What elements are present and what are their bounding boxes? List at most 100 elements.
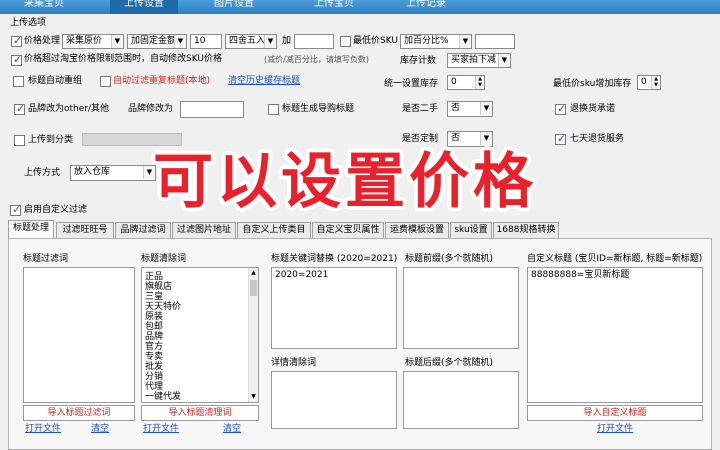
title-prefix-title: 标题前缀(多个就随机)	[405, 254, 494, 264]
clear-words-scrollbar[interactable]: ▲ ▼	[248, 268, 258, 402]
second-hand-label: 是否二手	[402, 104, 439, 114]
auto-filter-label: 自动过滤重复标题(本地)	[113, 76, 211, 86]
clear-link-1[interactable]: 清空	[91, 423, 109, 435]
clear-cache-link[interactable]: 清空历史缓存标题	[228, 75, 300, 87]
min-sku-stock-value: 0	[641, 77, 647, 87]
clear-link-2[interactable]: 清空	[223, 423, 241, 435]
tab-image-settings[interactable]: 图片设置	[200, 0, 268, 14]
title-gen-label: 标题生成导购标题	[282, 104, 355, 114]
section-title: 上传选项	[10, 18, 47, 28]
enable-filter-checkbox[interactable]	[10, 203, 21, 216]
scroll-thumb[interactable]	[250, 280, 257, 296]
import-custom-title-button[interactable]: 导入自定义标题	[527, 405, 703, 421]
tab-title-process[interactable]: 标题处理	[8, 220, 54, 238]
price-mode-value: 加固定金额	[131, 36, 177, 46]
scroll-up-icon[interactable]: ▲	[249, 268, 258, 278]
custom-title-textarea[interactable]: 88888888=宝贝新标题	[527, 267, 703, 403]
brand-other-checkbox[interactable]	[14, 102, 25, 115]
filter-words-title: 标题过滤词	[23, 254, 69, 264]
chevron-down-icon: ▼	[111, 35, 123, 48]
title-regroup-label: 标题自动重组	[28, 76, 83, 86]
stock-count-value: 买家拍下减	[451, 55, 497, 65]
price-process-checkbox[interactable]	[11, 34, 22, 47]
over-limit-label: 价格超过淘宝价格限制范围时，自动修改SKU价格	[24, 54, 222, 64]
clear-words-textarea[interactable]: 正品 旗舰店 三皇 天天特价 原装 包邮 品牌 官方 专卖 批发 分销 代理 一…	[141, 267, 259, 403]
price-mode-select[interactable]: 加固定金额 ▼	[127, 34, 187, 49]
open-file-link-5[interactable]: 打开文件	[597, 423, 633, 435]
import-clear-words-button[interactable]: 导入标题清理词	[141, 405, 259, 421]
price-value-input[interactable]: 10	[190, 34, 222, 49]
seven-day-label: 七天退货服务	[570, 134, 625, 144]
upload-category-label: 上传到分类	[28, 135, 74, 145]
list-item: 天天特价	[145, 302, 182, 312]
top-tab-bar: 采集宝贝 上传设置 图片设置 上传宝贝 上传记录	[0, 0, 720, 14]
price-process-label: 价格处理	[24, 36, 61, 46]
second-hand-value: 否	[451, 103, 461, 113]
min-sku-mode-value: 加百分比%	[404, 36, 449, 46]
list-item: 三皇	[145, 292, 164, 302]
min-sku-mode-select[interactable]: 加百分比% ▼	[400, 34, 472, 49]
add-value-input[interactable]	[294, 34, 334, 49]
stock-count-select[interactable]: 买家拍下减 ▼	[447, 53, 511, 68]
open-file-link-2[interactable]: 打开文件	[143, 423, 179, 435]
min-sku-stock-label: 最低价sku增加库存	[553, 79, 632, 89]
open-file-link-1[interactable]: 打开文件	[25, 423, 61, 435]
list-item: 一键代发	[145, 392, 182, 402]
brand-change-input[interactable]	[180, 101, 244, 118]
rounding-value: 四舍五入	[229, 36, 266, 46]
keyword-replace-value: 2020=2021	[275, 270, 329, 280]
chevron-down-icon: ▼	[459, 35, 471, 48]
min-sku-value-input[interactable]	[475, 34, 515, 49]
list-item: 包邮	[145, 322, 164, 332]
upload-category-checkbox[interactable]	[14, 135, 25, 146]
scroll-down-icon[interactable]: ▼	[249, 392, 258, 402]
auto-filter-checkbox[interactable]	[100, 76, 111, 87]
price-source-select[interactable]: 采集原价 ▼	[62, 34, 124, 49]
stock-count-label: 库存计数	[400, 56, 437, 66]
upload-method-value: 放入仓库	[74, 167, 111, 177]
add-label: 加	[282, 36, 292, 46]
rounding-select[interactable]: 四舍五入 ▼	[225, 34, 277, 49]
brand-change-label: 品牌修改为	[128, 104, 174, 114]
tab-upload-items[interactable]: 上传宝贝	[300, 0, 368, 14]
overlay-caption: 可以设置价格	[153, 147, 537, 217]
unified-stock-value: 0	[451, 77, 457, 87]
chevron-down-icon: ▼	[174, 35, 186, 48]
tab-upload-settings[interactable]: 上传设置	[110, 0, 178, 14]
list-item: 旗舰店	[145, 282, 173, 292]
title-regroup-checkbox[interactable]	[13, 76, 24, 87]
second-hand-select[interactable]: 否 ▼	[447, 101, 493, 117]
enable-filter-label: 启用自定义过滤	[24, 205, 88, 215]
list-item: 代理	[145, 382, 164, 392]
tab-filter-wangwang[interactable]: 过滤旺旺号	[56, 222, 114, 238]
upload-method-select[interactable]: 放入仓库 ▼	[70, 165, 156, 181]
spinner-arrows-icon[interactable]: ▲ ▼	[475, 76, 484, 89]
price-source-value: 采集原价	[66, 36, 103, 46]
title-prefix-textarea[interactable]	[403, 267, 519, 349]
chevron-down-icon: ▼	[480, 102, 492, 115]
return-promise-checkbox[interactable]	[555, 102, 566, 115]
title-suffix-title: 标题后缀(多个就随机)	[405, 358, 494, 368]
detail-clear-textarea[interactable]	[271, 371, 397, 429]
list-item: 品牌	[145, 332, 164, 342]
title-suffix-textarea[interactable]	[403, 371, 519, 429]
chevron-down-icon: ▼	[264, 35, 276, 48]
title-gen-checkbox[interactable]	[268, 104, 279, 115]
custom-title-value: 88888888=宝贝新标题	[531, 270, 630, 280]
over-limit-checkbox[interactable]	[11, 53, 22, 66]
min-sku-label: 最低价SKU	[353, 36, 398, 46]
upload-method-label: 上传方式	[24, 168, 61, 178]
min-sku-checkbox[interactable]	[340, 36, 351, 47]
spinner-arrows-icon[interactable]: ▲ ▼	[651, 76, 660, 89]
min-sku-stock-spinner[interactable]: 0 ▲ ▼	[637, 75, 661, 90]
import-filter-words-button[interactable]: 导入标题过滤词	[23, 405, 135, 421]
tab-upload-log[interactable]: 上传记录	[392, 0, 460, 14]
tab-collect[interactable]: 采集宝贝	[10, 0, 78, 14]
keyword-replace-title: 标题关键词替换 (2020=2021)	[271, 254, 398, 264]
filter-words-textarea[interactable]	[23, 267, 135, 403]
keyword-replace-textarea[interactable]: 2020=2021	[271, 267, 397, 349]
unified-stock-spinner[interactable]: 0 ▲ ▼	[447, 75, 485, 90]
list-item: 官方	[145, 342, 164, 352]
custom-title-title: 自定义标题 (宝贝ID=新标题, 标题=新标题)	[527, 254, 703, 264]
unified-stock-label: 统一设置库存	[384, 79, 439, 89]
